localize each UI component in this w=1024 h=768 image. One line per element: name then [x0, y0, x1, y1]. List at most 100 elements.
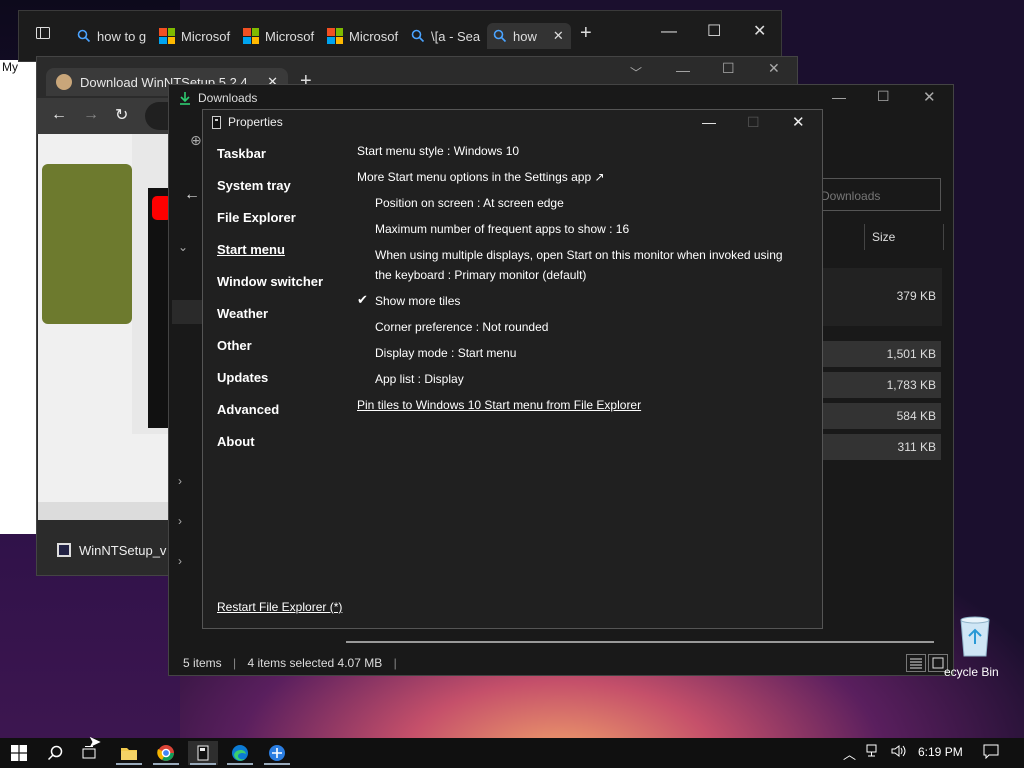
chevron-down-icon[interactable]: ⌄	[178, 240, 188, 254]
horizontal-scrollbar[interactable]	[346, 641, 934, 643]
nav-advanced[interactable]: Advanced	[217, 402, 279, 417]
restart-explorer-link[interactable]: Restart File Explorer (*)	[217, 600, 342, 614]
new-item-icon[interactable]: ⊕	[190, 132, 202, 149]
column-header-size[interactable]: Size	[864, 224, 944, 250]
option-corner-preference[interactable]: Corner preference : Not rounded	[375, 320, 548, 334]
edge-tab-label: Microsof	[181, 28, 231, 44]
background-window-fragment	[0, 60, 40, 534]
item-count: 5 items	[183, 656, 222, 670]
edge-tab-label: how to g	[97, 28, 147, 44]
nav-window-switcher[interactable]: Window switcher	[217, 274, 323, 289]
maximize-icon[interactable]: ☐	[877, 88, 890, 105]
reload-icon[interactable]: ↻	[115, 105, 128, 125]
edge-tab-label: how	[513, 28, 537, 44]
nav-about[interactable]: About	[217, 434, 255, 449]
edge-window: how to g Microsof Microsof Microsof \[a …	[18, 10, 782, 62]
edge-tab[interactable]: Microsof	[237, 23, 317, 49]
chevron-down-icon[interactable]: ﹀	[630, 64, 642, 81]
explorerpatcher-icon[interactable]	[188, 741, 218, 765]
close-icon[interactable]: ✕	[923, 88, 936, 106]
edge-tab[interactable]: Microsof	[153, 23, 233, 49]
dialog-title: Properties	[228, 115, 283, 129]
chevron-up-icon[interactable]: ︿	[843, 744, 856, 763]
forward-arrow-icon[interactable]: →	[83, 106, 99, 124]
search-input[interactable]: Downloads	[808, 178, 941, 211]
option-multi-display[interactable]: When using multiple displays, open Start…	[375, 248, 783, 262]
tab-actions-icon[interactable]	[35, 25, 51, 46]
minimize-icon[interactable]: —	[661, 23, 677, 41]
checkmark-icon: ✔	[357, 292, 368, 307]
notifications-icon[interactable]	[983, 744, 999, 762]
nav-system-tray[interactable]: System tray	[217, 178, 291, 193]
minimize-icon[interactable]: —	[832, 89, 846, 105]
close-tab-icon[interactable]: ✕	[553, 28, 564, 44]
network-app-icon[interactable]	[262, 741, 292, 765]
search-icon[interactable]	[40, 741, 70, 765]
option-frequent-apps[interactable]: Maximum number of frequent apps to show …	[375, 222, 629, 236]
active-indicator	[116, 763, 142, 765]
nav-pane-selected-item[interactable]	[172, 300, 202, 324]
chevron-right-icon[interactable]: ›	[178, 474, 182, 488]
microsoft-logo-icon	[159, 28, 175, 44]
close-icon[interactable]: ✕	[792, 113, 805, 131]
nav-taskbar[interactable]: Taskbar	[217, 146, 266, 161]
desktop-partial-label: My	[2, 60, 18, 74]
recycle-bin-icon[interactable]	[955, 614, 995, 660]
back-arrow-icon[interactable]: ←	[184, 186, 200, 204]
edge-tab[interactable]: \[a - Sea	[405, 23, 483, 49]
file-size[interactable]: 1,501 KB	[822, 341, 941, 367]
horizontal-scrollbar[interactable]	[38, 502, 172, 520]
active-indicator	[153, 763, 179, 765]
minimize-icon[interactable]: —	[676, 62, 690, 78]
option-multi-display-cont[interactable]: the keyboard : Primary monitor (default)	[375, 268, 586, 282]
minimize-icon[interactable]: —	[702, 114, 716, 130]
edge-tab[interactable]: how to g	[71, 23, 147, 49]
option-show-more-tiles[interactable]: Show more tiles	[375, 294, 460, 308]
option-app-list[interactable]: App list : Display	[375, 372, 464, 386]
nav-other[interactable]: Other	[217, 338, 252, 353]
nav-start-menu[interactable]: Start menu	[217, 242, 285, 257]
option-display-mode[interactable]: Display mode : Start menu	[375, 346, 516, 360]
chrome-icon[interactable]	[151, 741, 181, 765]
edge-tab[interactable]: Microsof	[321, 23, 401, 49]
download-icon	[180, 92, 190, 105]
file-size[interactable]: 311 KB	[822, 434, 941, 460]
edge-tab-label: Microsof	[265, 28, 315, 44]
search-icon	[411, 29, 425, 43]
close-icon[interactable]: ✕	[768, 60, 780, 77]
nav-weather[interactable]: Weather	[217, 306, 268, 321]
chevron-right-icon[interactable]: ›	[178, 554, 182, 568]
network-icon[interactable]	[866, 744, 882, 761]
file-size[interactable]: 1,783 KB	[822, 372, 941, 398]
back-arrow-icon[interactable]: ←	[51, 106, 67, 124]
edge-tab-active[interactable]: how ✕	[487, 23, 571, 49]
edge-icon[interactable]	[225, 741, 255, 765]
option-more-settings-link[interactable]: More Start menu options in the Settings …	[357, 170, 605, 184]
close-icon[interactable]: ✕	[753, 21, 766, 41]
option-start-menu-style[interactable]: Start menu style : Windows 10	[357, 144, 519, 158]
option-position[interactable]: Position on screen : At screen edge	[375, 196, 564, 210]
windows-start-icon[interactable]	[4, 741, 34, 765]
download-filename: WinNTSetup_v	[79, 542, 167, 558]
app-icon	[212, 115, 221, 129]
file-size[interactable]: 584 KB	[822, 403, 941, 429]
maximize-icon: ☐	[747, 114, 760, 130]
volume-icon[interactable]	[890, 744, 908, 761]
active-indicator	[264, 763, 290, 765]
explorer-title-text: Downloads	[198, 91, 258, 105]
site-favicon-icon	[56, 74, 72, 90]
clock[interactable]: 6:19 PM	[918, 745, 963, 759]
maximize-icon[interactable]: ☐	[722, 60, 735, 77]
explorer-title: Downloads	[178, 91, 257, 105]
nav-updates[interactable]: Updates	[217, 370, 268, 385]
new-tab-button[interactable]: +	[580, 23, 592, 43]
details-view-icon[interactable]	[906, 654, 926, 672]
pin-tiles-link[interactable]: Pin tiles to Windows 10 Start menu from …	[357, 398, 641, 412]
search-icon	[493, 29, 507, 43]
file-size[interactable]: 379 KB	[822, 283, 941, 309]
search-icon	[77, 29, 91, 43]
file-explorer-icon[interactable]	[114, 741, 144, 765]
chevron-right-icon[interactable]: ›	[178, 514, 182, 528]
nav-file-explorer[interactable]: File Explorer	[217, 210, 296, 225]
maximize-icon[interactable]: ☐	[707, 21, 721, 41]
